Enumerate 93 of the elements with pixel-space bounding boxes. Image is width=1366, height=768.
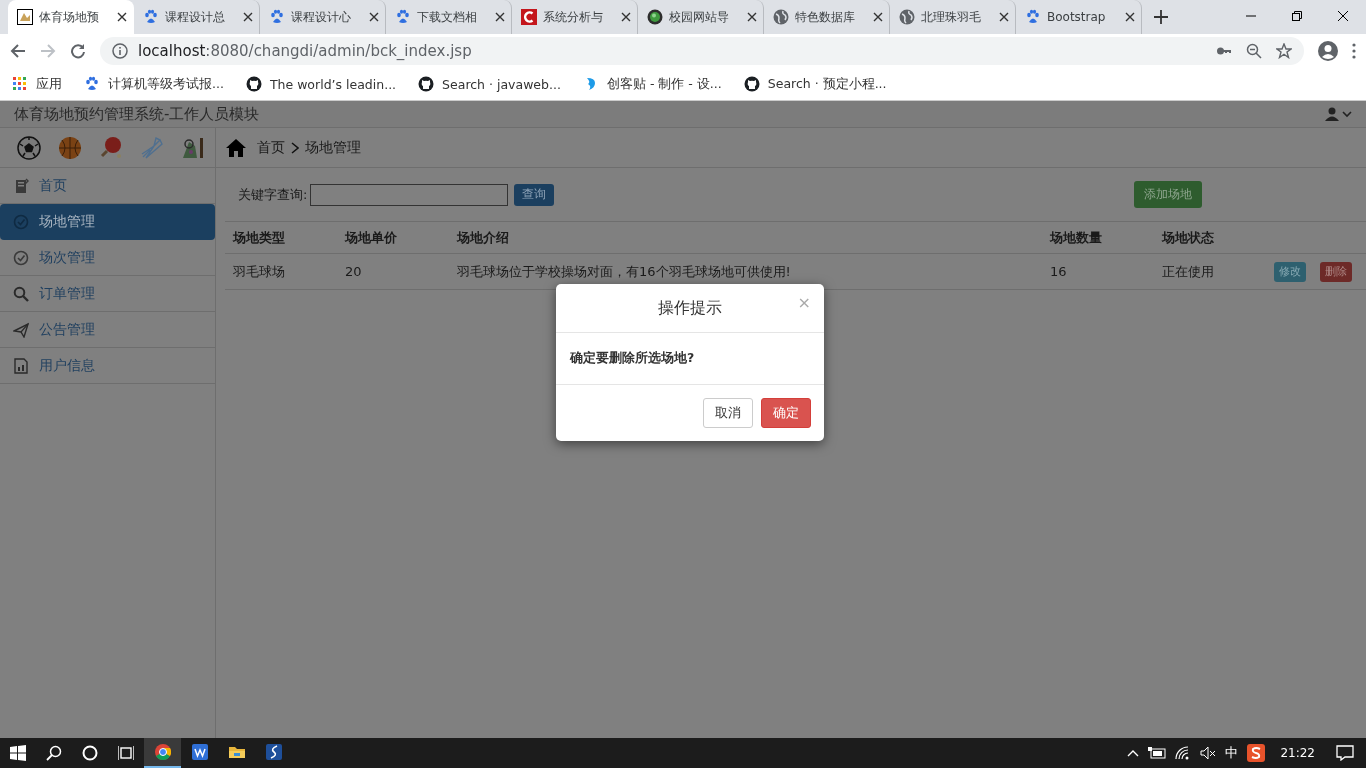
paddle-icon	[99, 135, 123, 160]
bookmark[interactable]: Search · 预定小程...	[743, 75, 887, 93]
info-icon	[112, 43, 128, 59]
delete-button[interactable]: 删除	[1320, 261, 1352, 282]
pen-app-icon	[265, 744, 282, 760]
column-header: 场地介绍	[449, 222, 1042, 254]
paw-icon	[1025, 9, 1041, 25]
browser-tab[interactable]: 体育场地预	[8, 0, 134, 34]
chevron-up-icon[interactable]	[1127, 749, 1140, 757]
github-icon	[418, 76, 435, 92]
back-icon[interactable]	[10, 43, 26, 59]
address-text: localhost:8080/changdi/admin/bck_index.jsp	[138, 42, 472, 60]
close-icon[interactable]	[1338, 11, 1348, 21]
column-header: 场地类型	[225, 222, 337, 254]
close-icon[interactable]	[1125, 12, 1135, 22]
search-label: 关键字查询:	[238, 185, 308, 204]
sidebar-item[interactable]: 场地管理	[0, 204, 215, 240]
confirm-button[interactable]: 确定	[761, 398, 811, 428]
bookmark[interactable]: 创客贴 - 制作 - 设...	[582, 75, 722, 93]
close-icon[interactable]	[621, 12, 631, 22]
folder-icon	[228, 744, 245, 760]
dialog-message: 确定要删除所选场地?	[570, 350, 695, 367]
orb-icon	[647, 9, 663, 25]
chrome-icon	[154, 744, 171, 760]
github-icon	[743, 76, 760, 92]
table-cell: 20	[337, 254, 449, 290]
soccer-ball-icon	[17, 135, 41, 160]
system-title: 体育场地预约管理系统-工作人员模块	[14, 104, 260, 124]
plus-icon[interactable]	[1154, 10, 1168, 24]
column-header: 场地单价	[337, 222, 449, 254]
notification-icon[interactable]	[1336, 745, 1354, 761]
battery-icon[interactable]	[1148, 747, 1167, 759]
account-icon[interactable]	[1318, 41, 1338, 61]
sogou-icon[interactable]	[1247, 744, 1266, 762]
paw-icon	[395, 9, 411, 25]
dialog-title: 操作提示	[658, 297, 722, 319]
basketball-icon	[58, 135, 82, 160]
table-cell: 正在使用	[1154, 254, 1266, 290]
address-bar[interactable]: localhost:8080/changdi/admin/bck_index.jsp	[100, 37, 1304, 65]
document-app-icon	[191, 744, 208, 760]
clock[interactable]: 21:22	[1280, 746, 1315, 760]
windows-start-icon[interactable]	[10, 745, 26, 761]
apps-grid-icon	[12, 76, 28, 92]
bookmark[interactable]: 计算机等级考试报...	[84, 75, 224, 93]
cancel-button[interactable]: 取消	[703, 398, 753, 428]
breadcrumb-link[interactable]: 首页	[257, 138, 285, 157]
globe-icon	[773, 9, 789, 25]
check-circle-icon	[13, 249, 29, 266]
table-cell: 羽毛球场	[225, 254, 337, 290]
speaker-muted-icon[interactable]	[1200, 746, 1217, 760]
report-icon	[13, 357, 29, 374]
search-field[interactable]	[310, 183, 509, 206]
table-cell: 16	[1042, 254, 1154, 290]
close-icon[interactable]	[243, 12, 253, 22]
chevron-icon	[291, 141, 299, 154]
close-icon[interactable]	[747, 12, 757, 22]
taskbar-app[interactable]	[144, 738, 181, 768]
bookmark[interactable]: 应用	[12, 75, 62, 93]
task-view-icon[interactable]	[118, 745, 134, 761]
breadcrumb-current: 场地管理	[305, 138, 361, 157]
star-icon[interactable]	[1276, 43, 1292, 59]
check-circle-icon	[13, 214, 29, 230]
close-icon[interactable]	[873, 12, 883, 22]
paw-icon	[143, 9, 159, 25]
tennis-gear-drawing	[181, 135, 205, 160]
close-icon[interactable]	[369, 12, 379, 22]
github-icon	[245, 76, 262, 92]
bookmark[interactable]: The world’s leadin...	[245, 76, 397, 92]
search-icon[interactable]	[46, 745, 62, 761]
paper-plane-icon	[13, 321, 29, 338]
close-icon[interactable]	[117, 12, 127, 22]
close-icon[interactable]	[999, 12, 1009, 22]
menu-icon[interactable]	[1352, 43, 1356, 59]
site-icon	[17, 9, 33, 25]
column-header: 场地状态	[1154, 222, 1266, 254]
paw-icon	[84, 76, 100, 92]
restore-icon[interactable]	[1292, 11, 1302, 21]
paw-icon	[269, 9, 285, 25]
close-icon[interactable]	[495, 12, 505, 22]
c-logo-icon	[521, 9, 537, 25]
bookmark[interactable]: Search · javaweb...	[418, 76, 561, 92]
user-icon[interactable]	[1324, 107, 1352, 121]
circle-icon[interactable]	[82, 745, 98, 761]
zoom-out-icon[interactable]	[1246, 43, 1262, 59]
home-icon[interactable]	[225, 137, 247, 158]
shuttlecock-icon	[140, 135, 164, 160]
globe-icon	[899, 9, 915, 25]
search-button[interactable]: 查询	[514, 183, 555, 206]
column-header: 场地数量	[1042, 222, 1154, 254]
reload-icon[interactable]	[70, 43, 86, 59]
document-icon	[13, 177, 29, 194]
input-method-indicator[interactable]: 中	[1225, 744, 1239, 762]
search-icon	[13, 285, 29, 302]
